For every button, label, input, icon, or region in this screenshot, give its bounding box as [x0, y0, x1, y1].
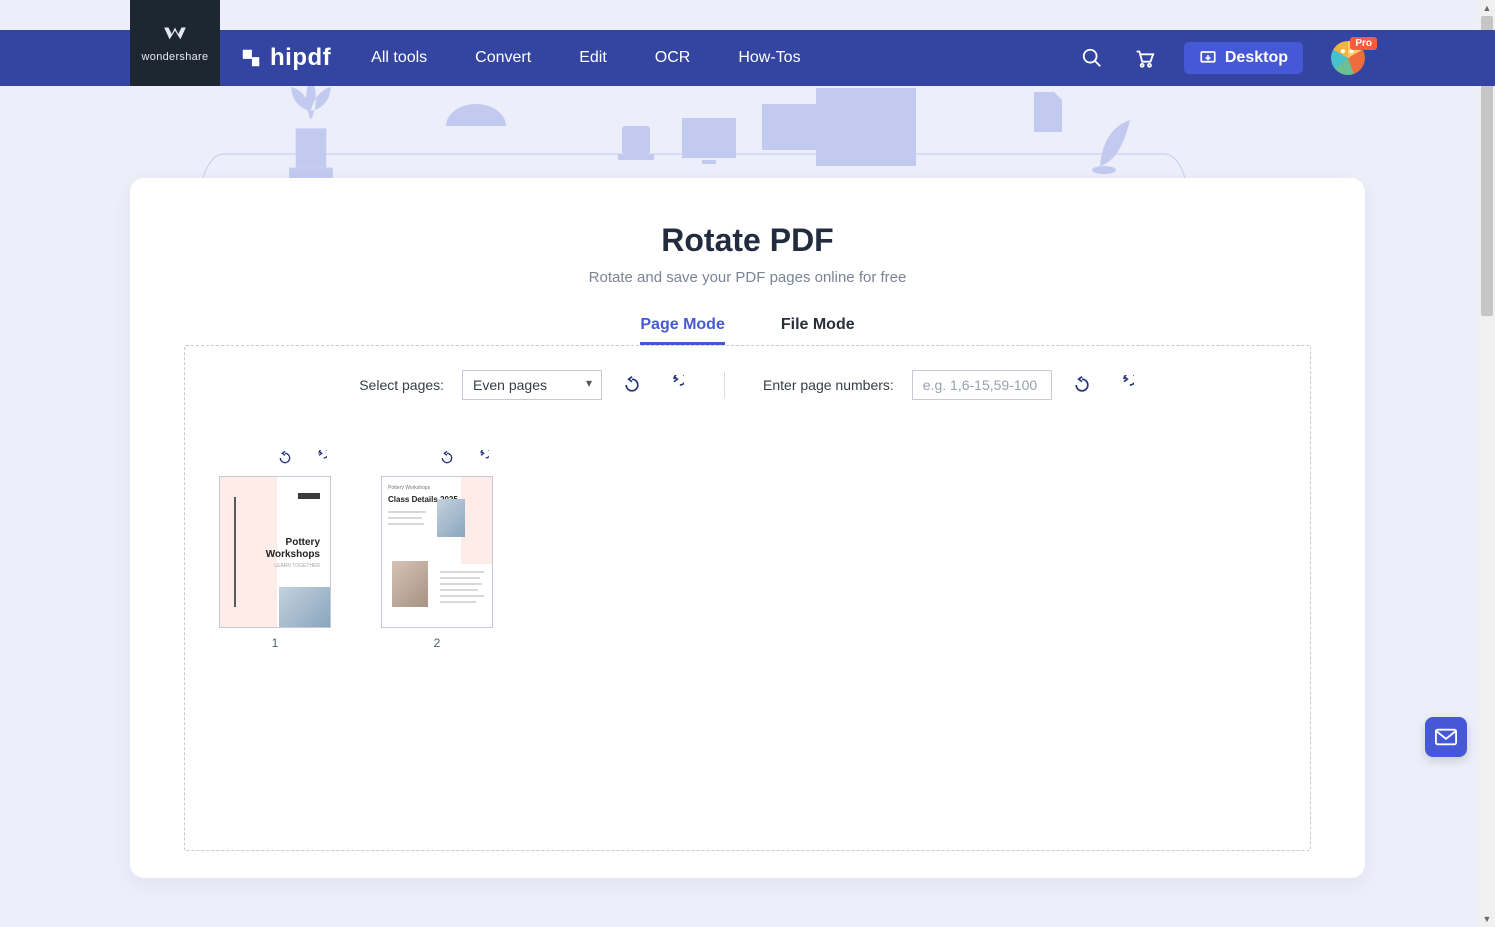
scroll-up-icon[interactable]: ▲ [1479, 0, 1495, 16]
nav-item-edit[interactable]: Edit [579, 49, 607, 67]
thumb1-title-b: Workshops [266, 549, 320, 560]
feedback-mail-button[interactable] [1425, 717, 1467, 757]
select-pages-select[interactable]: Even pages [462, 370, 602, 400]
main-card: Rotate PDF Rotate and save your PDF page… [130, 178, 1365, 878]
product-name: hipdf [270, 44, 331, 72]
screen-icon [680, 116, 738, 166]
page-subtitle: Rotate and save your PDF pages online fo… [589, 269, 907, 286]
nav-item-ocr[interactable]: OCR [655, 49, 691, 67]
search-icon[interactable] [1080, 46, 1104, 70]
rotate-right-range-icon[interactable] [1112, 373, 1136, 397]
thumb2-page-number: 2 [434, 636, 441, 650]
thumb1-subtitle: LEARN TOGETHER [274, 563, 320, 569]
thumbnail-2: Pottery Workshops Class Details 2025 2 [381, 446, 493, 650]
mode-tabs: Page Mode File Mode [640, 316, 854, 345]
thumb1-preview[interactable]: Pottery Workshops LEARN TOGETHER [219, 476, 331, 628]
rotate-right-all-icon[interactable] [662, 373, 686, 397]
cart-icon[interactable] [1132, 46, 1156, 70]
wondershare-label: wondershare [142, 51, 209, 63]
page-title: Rotate PDF [661, 222, 833, 259]
select-pages-dropdown[interactable]: Even pages [462, 370, 602, 400]
thumbnail-1: Pottery Workshops LEARN TOGETHER 1 [219, 446, 331, 650]
wondershare-brand-box[interactable]: wondershare [130, 0, 220, 86]
thumb1-page-number: 1 [272, 636, 279, 650]
page-range-label: Enter page numbers: [763, 377, 894, 393]
download-icon [1199, 49, 1217, 67]
toolbar: Select pages: Even pages Enter page numb… [215, 370, 1280, 400]
thumb2-rotate-right-icon[interactable] [469, 446, 493, 470]
thumb2-preview[interactable]: Pottery Workshops Class Details 2025 [381, 476, 493, 628]
cup-icon [614, 100, 658, 160]
tab-page-mode[interactable]: Page Mode [640, 316, 724, 345]
page-range-input[interactable] [912, 370, 1052, 400]
nav-menu: All tools Convert Edit OCR How-Tos [371, 49, 800, 67]
account-avatar[interactable]: Pro [1331, 41, 1365, 75]
thumb1-rotate-right-icon[interactable] [307, 446, 331, 470]
desktop-button-label: Desktop [1225, 49, 1288, 67]
document-icon [1030, 90, 1066, 134]
wondershare-icon [162, 23, 188, 45]
dashboard-icon [810, 86, 922, 176]
lamp-icon [440, 86, 512, 142]
quill-icon [1090, 96, 1136, 176]
select-pages-label: Select pages: [359, 377, 444, 393]
work-area: Select pages: Even pages Enter page numb… [184, 345, 1311, 851]
hipdf-mark-icon [240, 47, 262, 69]
thumbnail-grid: Pottery Workshops LEARN TOGETHER 1 Potte… [215, 446, 1280, 650]
scroll-down-icon[interactable]: ▼ [1479, 911, 1495, 927]
nav-item-howtos[interactable]: How-Tos [738, 49, 800, 67]
rotate-left-range-icon[interactable] [1070, 373, 1094, 397]
top-nav: hipdf All tools Convert Edit OCR How-Tos… [0, 30, 1495, 86]
toolbar-divider [724, 372, 725, 398]
scrollbar[interactable]: ▲ ▼ [1479, 0, 1495, 927]
pro-badge: Pro [1350, 37, 1377, 50]
desktop-button[interactable]: Desktop [1184, 42, 1303, 74]
thumb2-rotate-left-icon[interactable] [435, 446, 459, 470]
thumb1-rotate-left-icon[interactable] [273, 446, 297, 470]
thumb2-h1: Pottery Workshops [388, 485, 430, 491]
hipdf-logo[interactable]: hipdf [240, 44, 331, 72]
mail-icon [1435, 728, 1457, 746]
rotate-left-all-icon[interactable] [620, 373, 644, 397]
tab-file-mode[interactable]: File Mode [781, 316, 855, 345]
nav-item-all-tools[interactable]: All tools [371, 49, 427, 67]
thumb1-title-a: Pottery [286, 537, 320, 548]
nav-item-convert[interactable]: Convert [475, 49, 531, 67]
